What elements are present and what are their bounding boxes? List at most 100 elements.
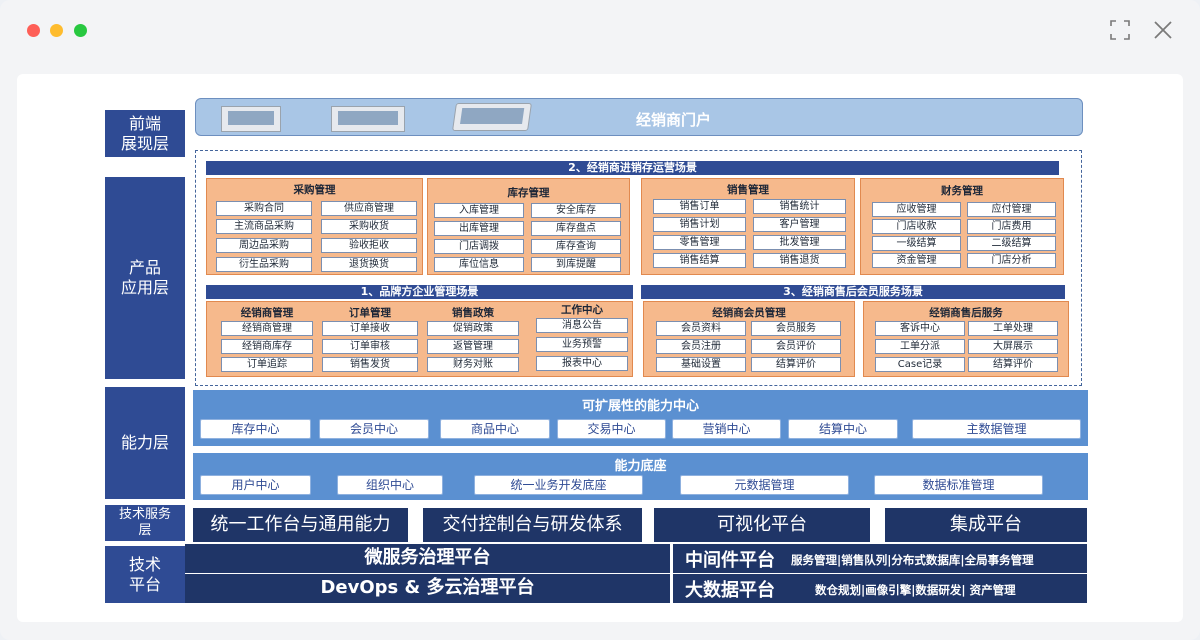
finance-item[interactable]: 一级结算 (872, 236, 961, 251)
brand-item[interactable]: 经销商库存 (221, 339, 313, 354)
capability-base-item[interactable]: 用户中心 (200, 475, 311, 495)
capability-base-item[interactable]: 统一业务开发底座 (474, 475, 643, 495)
group-purchase: 采购管理 采购合同 供应商管理 主流商品采购 采购收货 周边品采购 验收拒收 衍… (206, 178, 423, 275)
minimize-dot[interactable] (50, 24, 63, 37)
sales-item[interactable]: 客户管理 (753, 217, 846, 232)
member-item[interactable]: 结算评价 (751, 357, 841, 372)
sales-item[interactable]: 零售管理 (653, 235, 746, 250)
capability-item[interactable]: 会员中心 (319, 419, 429, 439)
finance-item[interactable]: 应付管理 (967, 202, 1056, 217)
close-dot[interactable] (27, 24, 40, 37)
capability-center: 可扩展性的能力中心 库存中心 会员中心 商品中心 交易中心 营销中心 结算中心 … (193, 390, 1088, 446)
purchase-item[interactable]: 衍生品采购 (216, 257, 312, 272)
brand-item[interactable]: 消息公告 (536, 318, 628, 333)
expand-icon[interactable] (1108, 18, 1132, 42)
bigdata-platform[interactable]: 大数据平台 数仓规划|画像引擎|数据研发| 资产管理 (673, 574, 1087, 603)
sales-item[interactable]: 销售统计 (753, 199, 846, 214)
group-finance: 财务管理 应收管理 应付管理 门店收款 门店费用 一级结算 二级结算 资金管理 … (860, 178, 1064, 275)
purchase-item[interactable]: 退货换货 (321, 257, 417, 272)
purchase-item[interactable]: 采购收货 (321, 219, 417, 234)
member-item[interactable]: 会员资料 (656, 321, 746, 336)
finance-item[interactable]: 门店分析 (967, 253, 1056, 268)
sales-item[interactable]: 批发管理 (753, 235, 846, 250)
brand-column-title: 订单管理 (349, 307, 391, 319)
tech-service-delivery[interactable]: 交付控制台与研发体系 (423, 508, 642, 542)
brand-item[interactable]: 促销政策 (427, 321, 519, 336)
brand-item[interactable]: 经销商管理 (221, 321, 313, 336)
member-item[interactable]: 会员服务 (751, 321, 841, 336)
member-item[interactable]: 基础设置 (656, 357, 746, 372)
capability-item[interactable]: 商品中心 (440, 419, 550, 439)
close-icon[interactable] (1151, 18, 1175, 42)
group-title: 库存管理 (507, 187, 550, 199)
brand-item[interactable]: 销售发货 (322, 357, 418, 372)
desktop-icon (221, 106, 281, 132)
capability-base-item[interactable]: 组织中心 (337, 475, 443, 495)
middleware-desc: 服务管理|销售队列|分布式数据库|全局事务管理 (791, 553, 1034, 567)
finance-item[interactable]: 二级结算 (967, 236, 1056, 251)
aftersale-item[interactable]: 客诉中心 (875, 321, 965, 336)
inventory-item[interactable]: 门店调拨 (434, 239, 524, 254)
aftersale-item[interactable]: 工单处理 (968, 321, 1058, 336)
inventory-item[interactable]: 入库管理 (434, 203, 524, 218)
group-aftersale: 经销商售后服务 客诉中心 工单处理 工单分派 大屏展示 Case记录 结算评价 (863, 301, 1069, 377)
group-member: 经销商会员管理 会员资料 会员服务 会员注册 会员评价 基础设置 结算评价 (643, 301, 855, 377)
capability-base-item[interactable]: 数据标准管理 (874, 475, 1043, 495)
member-item[interactable]: 会员注册 (656, 339, 746, 354)
member-item[interactable]: 会员评价 (751, 339, 841, 354)
inventory-item[interactable]: 库存查询 (531, 239, 621, 254)
capability-base: 能力底座 用户中心 组织中心 统一业务开发底座 元数据管理 数据标准管理 (193, 453, 1088, 500)
inventory-item[interactable]: 到库提醒 (531, 257, 621, 272)
tech-service-visualization[interactable]: 可视化平台 (654, 508, 870, 542)
finance-item[interactable]: 门店费用 (967, 219, 1056, 234)
tech-service-integration[interactable]: 集成平台 (885, 508, 1087, 542)
brand-item[interactable]: 订单审核 (322, 339, 418, 354)
capability-item[interactable]: 主数据管理 (912, 419, 1081, 439)
purchase-item[interactable]: 验收拒收 (321, 238, 417, 253)
sales-item[interactable]: 销售结算 (653, 253, 746, 268)
middleware-platform[interactable]: 中间件平台 服务管理|销售队列|分布式数据库|全局事务管理 (673, 544, 1087, 573)
capability-item[interactable]: 结算中心 (788, 419, 898, 439)
scene1-bar: 1、品牌方企业管理场景 (206, 285, 633, 299)
microservice-platform[interactable]: 微服务治理平台 (185, 544, 670, 573)
brand-item[interactable]: 报表中心 (536, 356, 628, 371)
brand-column-title: 工作中心 (561, 304, 603, 316)
finance-item[interactable]: 应收管理 (872, 202, 961, 217)
finance-item[interactable]: 门店收款 (872, 219, 961, 234)
purchase-item[interactable]: 主流商品采购 (216, 219, 312, 234)
capability-base-title: 能力底座 (614, 459, 667, 474)
inventory-item[interactable]: 库位信息 (434, 257, 524, 272)
aftersale-item[interactable]: 大屏展示 (968, 339, 1058, 354)
brand-item[interactable]: 订单追踪 (221, 357, 313, 372)
brand-item[interactable]: 业务预警 (536, 337, 628, 352)
finance-item[interactable]: 资金管理 (872, 253, 961, 268)
capability-base-item[interactable]: 元数据管理 (680, 475, 849, 495)
aftersale-item[interactable]: 工单分派 (875, 339, 965, 354)
capability-item[interactable]: 营销中心 (672, 419, 781, 439)
brand-item[interactable]: 返管管理 (427, 339, 519, 354)
devops-platform[interactable]: DevOps & 多云治理平台 (185, 574, 670, 603)
brand-item[interactable]: 订单接收 (322, 321, 418, 336)
sales-item[interactable]: 销售退货 (753, 253, 846, 268)
maximize-dot[interactable] (74, 24, 87, 37)
aftersale-item[interactable]: 结算评价 (968, 357, 1058, 372)
group-title: 财务管理 (941, 185, 983, 197)
group-title: 经销商售后服务 (929, 307, 1003, 319)
sales-item[interactable]: 销售订单 (653, 199, 746, 214)
purchase-item[interactable]: 采购合同 (216, 201, 312, 216)
inventory-item[interactable]: 安全库存 (531, 203, 621, 218)
group-title: 经销商会员管理 (712, 307, 786, 319)
purchase-item[interactable]: 供应商管理 (321, 201, 417, 216)
purchase-item[interactable]: 周边品采购 (216, 238, 312, 253)
tech-service-workbench[interactable]: 统一工作台与通用能力 (193, 508, 408, 542)
inventory-item[interactable]: 库存盘点 (531, 221, 621, 236)
inventory-item[interactable]: 出库管理 (434, 221, 524, 236)
aftersale-item[interactable]: Case记录 (875, 357, 965, 372)
sales-item[interactable]: 销售计划 (653, 217, 746, 232)
bigdata-desc: 数仓规划|画像引擎|数据研发| 资产管理 (815, 583, 1016, 597)
dealer-portal[interactable]: 经销商门户 (195, 98, 1083, 136)
capability-item[interactable]: 库存中心 (200, 419, 311, 439)
capability-item[interactable]: 交易中心 (557, 419, 666, 439)
brand-item[interactable]: 财务对账 (427, 357, 519, 372)
group-title: 销售管理 (727, 184, 769, 196)
